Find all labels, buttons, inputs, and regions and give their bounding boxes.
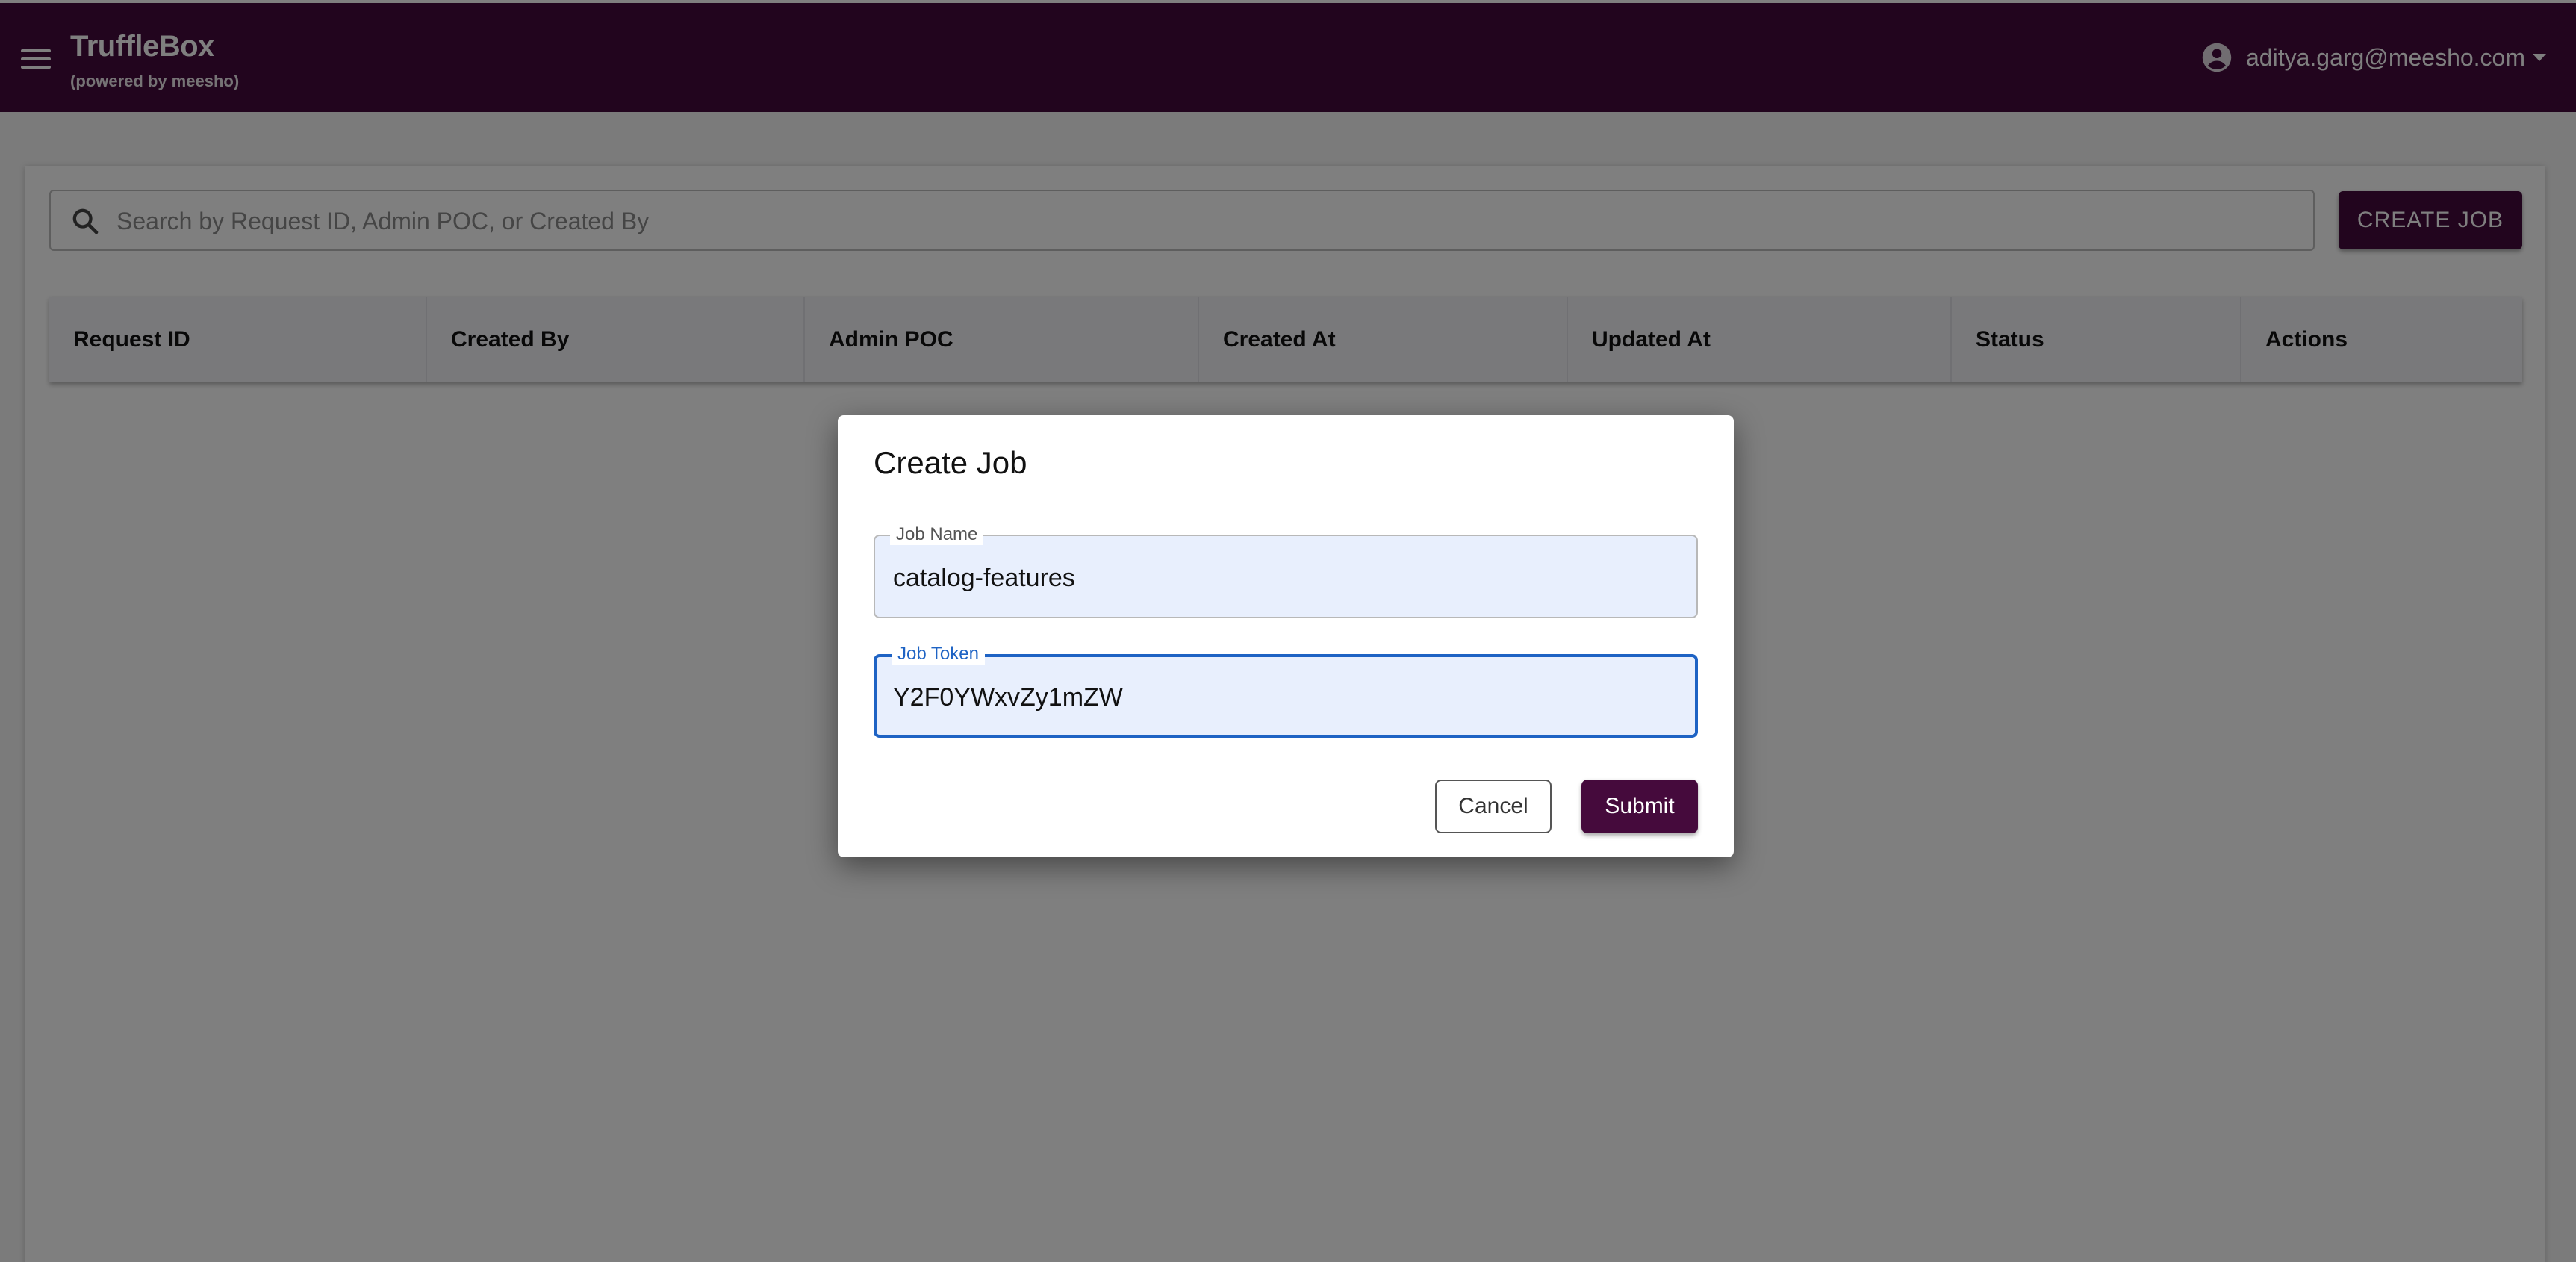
job-token-field[interactable]: Job Token bbox=[874, 644, 1698, 738]
submit-button[interactable]: Submit bbox=[1581, 780, 1698, 833]
job-name-field[interactable]: Job Name bbox=[874, 524, 1698, 618]
job-token-label: Job Token bbox=[892, 644, 985, 665]
cancel-button[interactable]: Cancel bbox=[1435, 780, 1552, 833]
job-name-input[interactable] bbox=[893, 559, 1670, 597]
job-token-input[interactable] bbox=[893, 678, 1670, 717]
dialog-title: Create Job bbox=[874, 445, 1027, 480]
job-name-label: Job Name bbox=[890, 524, 984, 545]
create-job-dialog: Create Job Job Name Job Token Cancel Sub… bbox=[838, 415, 1734, 857]
